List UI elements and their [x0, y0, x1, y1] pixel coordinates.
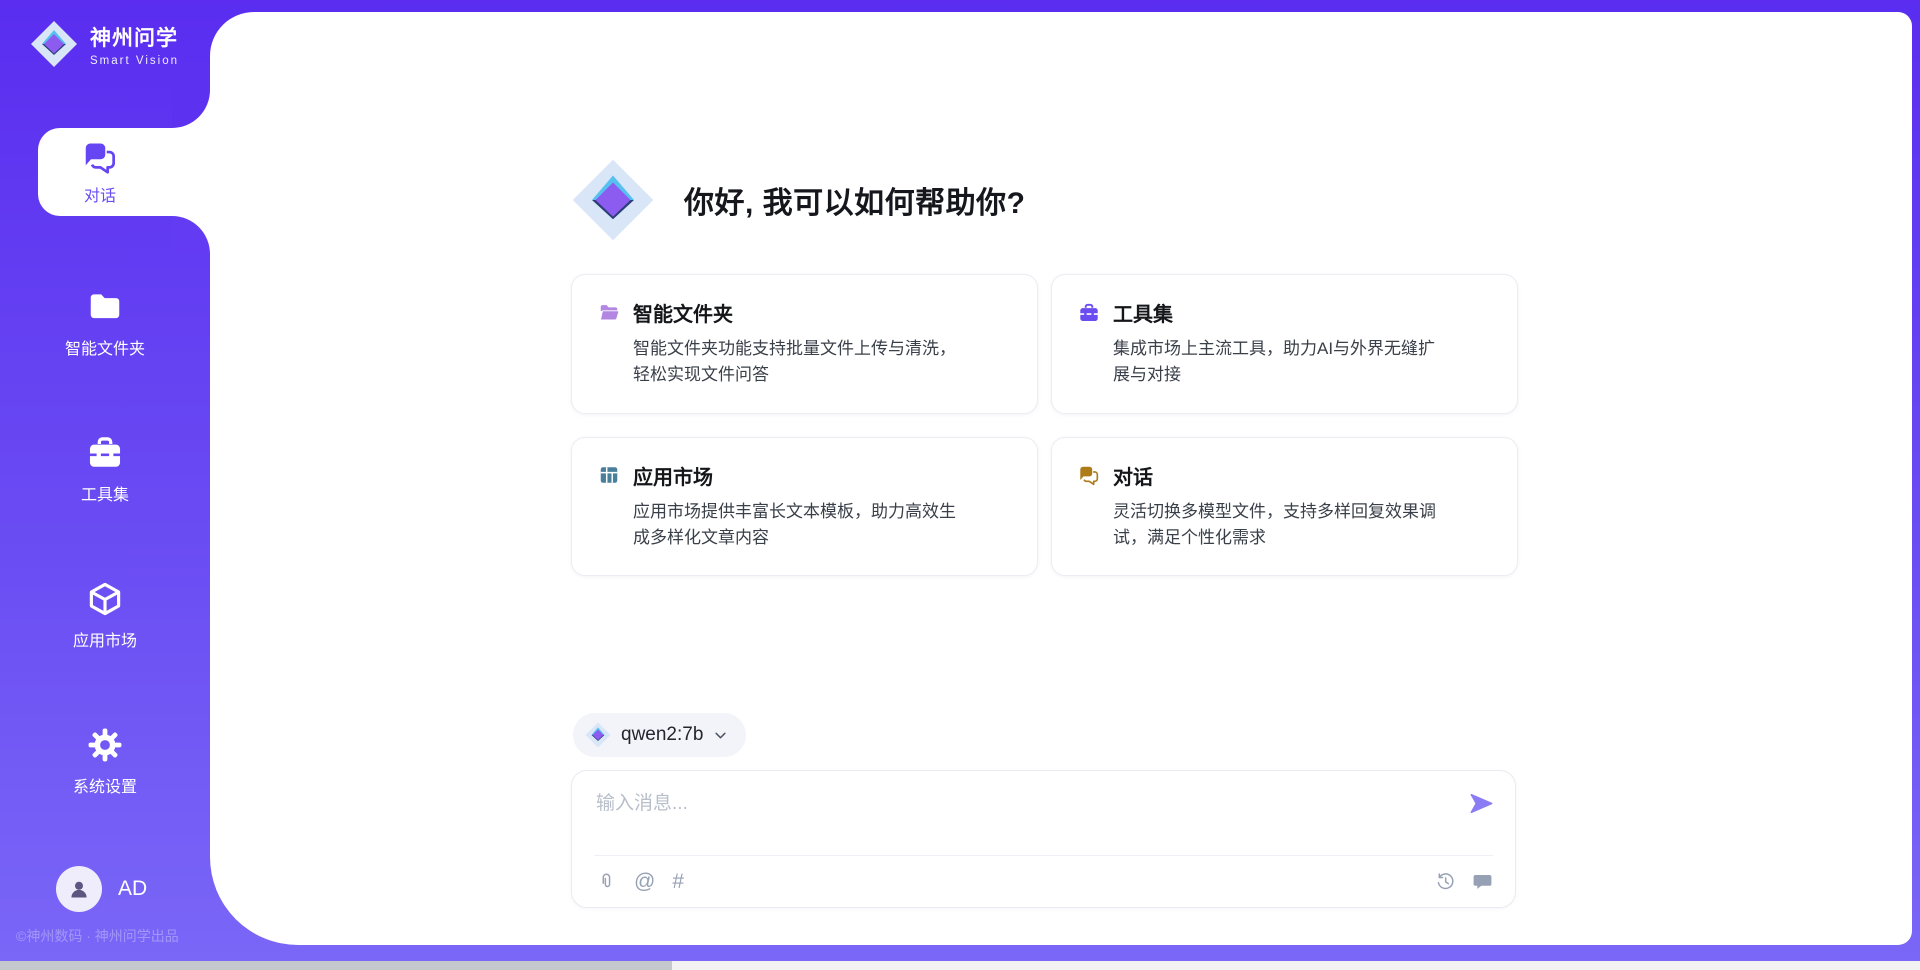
- sidebar-item-chat[interactable]: 对话: [38, 128, 210, 216]
- main-panel: 你好, 我可以如何帮助你? 智能文件夹 智能文件夹功能支持批量文件上传与清洗，轻…: [210, 12, 1912, 945]
- card-smart-folder[interactable]: 智能文件夹 智能文件夹功能支持批量文件上传与清洗，轻松实现文件问答: [571, 274, 1038, 414]
- active-tab-joint-top: [172, 90, 210, 128]
- greeting-text: 你好, 我可以如何帮助你?: [684, 178, 1026, 222]
- model-diamond-icon: [585, 722, 611, 748]
- card-toolset[interactable]: 工具集 集成市场上主流工具，助力AI与外界无缝扩展与对接: [1051, 274, 1518, 414]
- greeting-diamond-icon: [571, 158, 655, 242]
- card-description: 智能文件夹功能支持批量文件上传与清洗，轻松实现文件问答: [633, 336, 963, 389]
- cube-icon: [86, 580, 124, 618]
- person-icon: [66, 876, 92, 902]
- model-selector[interactable]: qwen2:7b: [573, 713, 746, 757]
- sidebar-item-settings[interactable]: 系统设置: [0, 726, 210, 797]
- brand-subtitle: Smart Vision: [90, 55, 179, 67]
- message-composer: @ #: [571, 770, 1516, 908]
- sidebar-item-label: 智能文件夹: [65, 335, 145, 359]
- brand-name: 神州问学: [90, 22, 179, 52]
- model-name: qwen2:7b: [621, 724, 703, 746]
- brand-diamond-icon: [30, 20, 78, 68]
- gear-icon: [86, 726, 124, 764]
- toolbox-icon: [86, 434, 124, 472]
- mention-icon[interactable]: @: [634, 871, 655, 892]
- user-initials: AD: [118, 877, 147, 901]
- card-title: 智能文件夹: [633, 298, 733, 327]
- sidebar-item-label: 工具集: [81, 481, 129, 505]
- sidebar-item-smart-folder[interactable]: 智能文件夹: [0, 288, 210, 359]
- card-title: 应用市场: [633, 461, 713, 490]
- chat-icon: [82, 139, 118, 175]
- user-account[interactable]: AD: [56, 866, 147, 912]
- sidebar-item-label: 系统设置: [73, 773, 137, 797]
- copyright-footer: ©神州数码 · 神州问学出品: [16, 926, 179, 946]
- card-description: 集成市场上主流工具，助力AI与外界无缝扩展与对接: [1113, 336, 1443, 389]
- card-description: 应用市场提供丰富长文本模板，助力高效生成多样化文章内容: [633, 499, 963, 552]
- grid-icon: [598, 464, 620, 486]
- sidebar-item-label: 对话: [84, 182, 116, 206]
- sidebar-item-toolset[interactable]: 工具集: [0, 434, 210, 505]
- sidebar-item-label: 应用市场: [73, 627, 137, 651]
- greeting-block: 你好, 我可以如何帮助你?: [571, 158, 1026, 242]
- scrollbar-thumb[interactable]: [0, 961, 672, 970]
- history-icon[interactable]: [1435, 871, 1456, 892]
- active-tab-joint-bottom: [172, 216, 210, 254]
- sidebar-item-app-market[interactable]: 应用市场: [0, 580, 210, 651]
- card-title: 工具集: [1113, 298, 1173, 327]
- brand: 神州问学 Smart Vision: [30, 20, 179, 68]
- sidebar: 神州问学 Smart Vision 对话 智能文件夹 工具集 应用市场 系统设置: [0, 0, 210, 961]
- feature-cards: 智能文件夹 智能文件夹功能支持批量文件上传与清洗，轻松实现文件问答 工具集 集成…: [571, 274, 1518, 576]
- card-title: 对话: [1113, 461, 1153, 490]
- folder-open-icon: [598, 302, 620, 324]
- horizontal-scrollbar[interactable]: [0, 961, 1920, 970]
- hashtag-icon[interactable]: #: [672, 871, 684, 892]
- chevron-down-icon: [713, 728, 728, 743]
- chat-icon: [1078, 464, 1100, 486]
- attachment-icon[interactable]: [596, 871, 617, 892]
- send-icon[interactable]: [1468, 790, 1495, 817]
- folder-icon: [86, 288, 124, 326]
- avatar: [56, 866, 102, 912]
- chat-bubble-icon[interactable]: [1472, 871, 1493, 892]
- card-chat[interactable]: 对话 灵活切换多模型文件，支持多样回复效果调试，满足个性化需求: [1051, 437, 1518, 577]
- card-app-market[interactable]: 应用市场 应用市场提供丰富长文本模板，助力高效生成多样化文章内容: [571, 437, 1038, 577]
- toolbox-icon: [1078, 302, 1100, 324]
- card-description: 灵活切换多模型文件，支持多样回复效果调试，满足个性化需求: [1113, 499, 1443, 552]
- message-input[interactable]: [596, 789, 1436, 819]
